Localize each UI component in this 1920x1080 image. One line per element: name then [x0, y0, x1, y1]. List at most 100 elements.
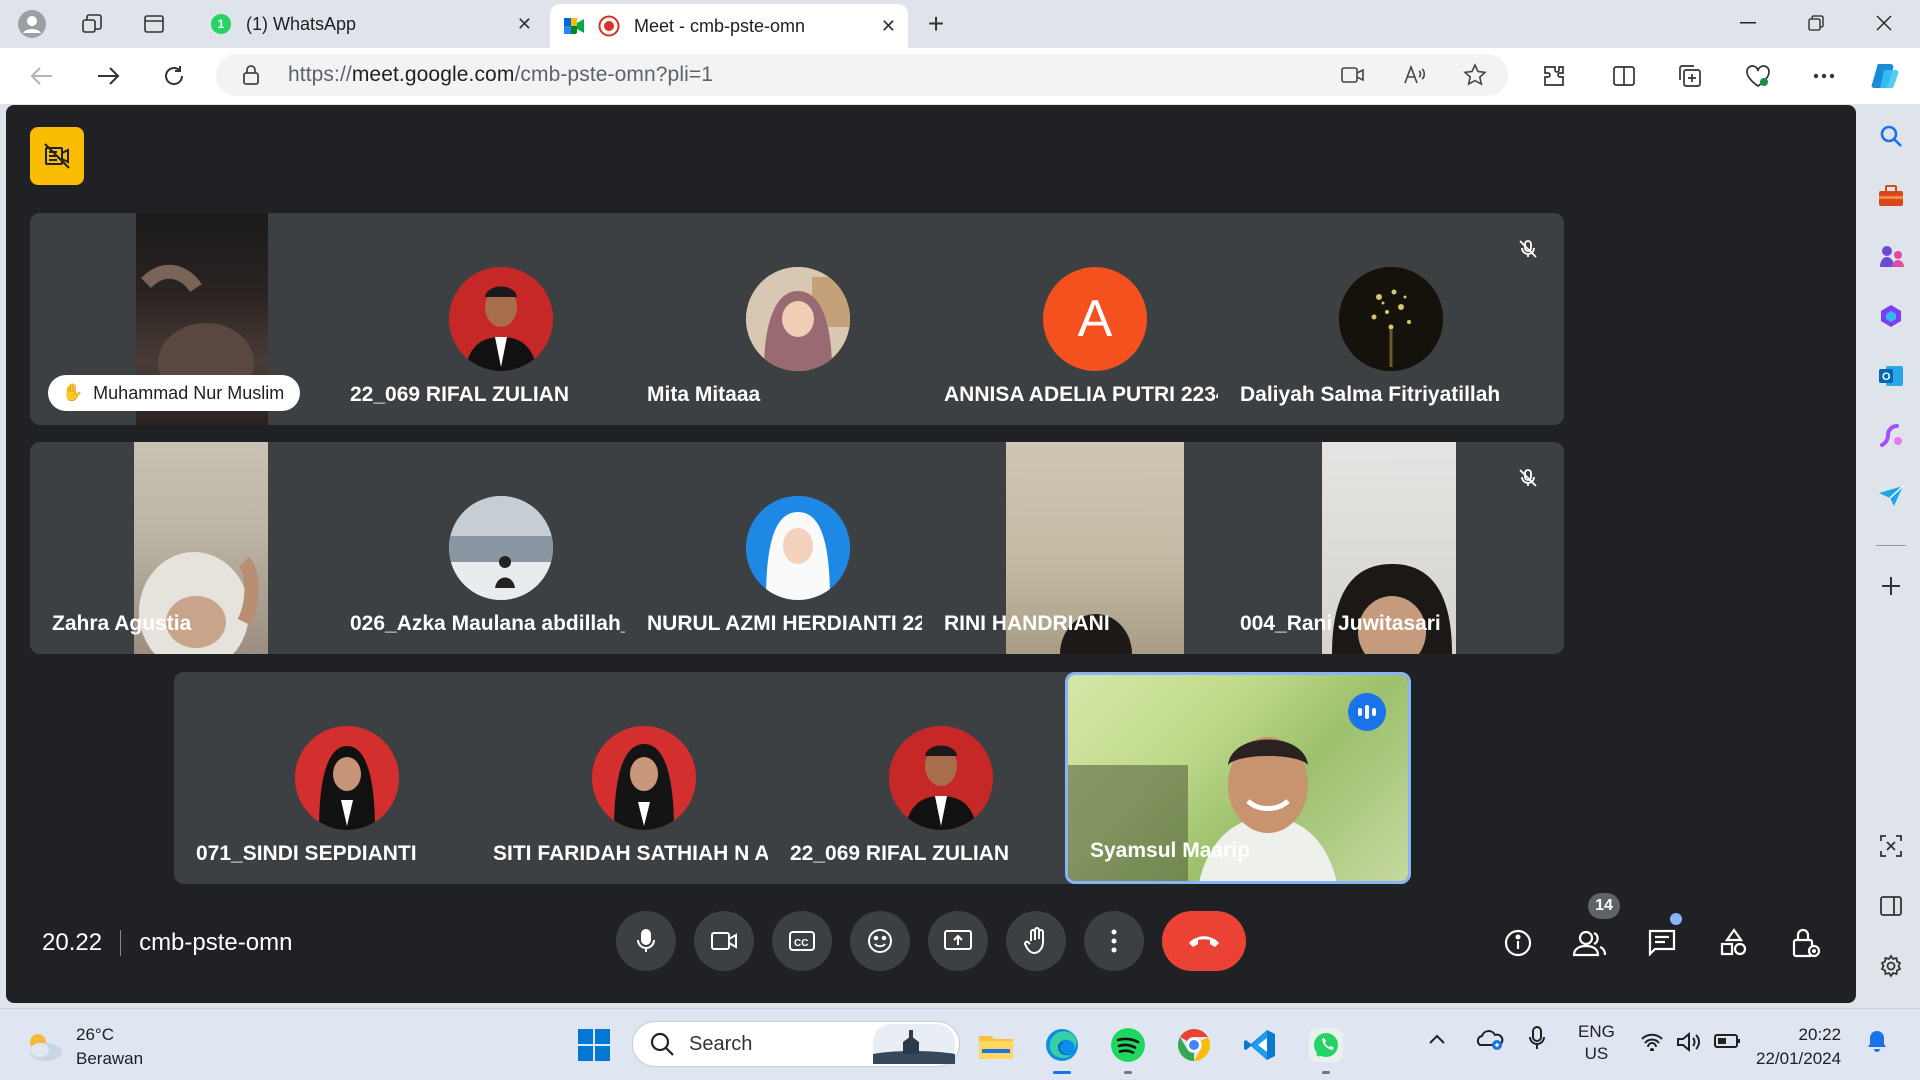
participant-tile[interactable]: A ANNISA ADELIA PUTRI 2234... [922, 213, 1268, 425]
address-bar[interactable]: https://meet.google.com/cmb-pste-omn?pli… [216, 54, 1508, 96]
search-icon[interactable] [1872, 117, 1910, 155]
extensions-icon[interactable] [1534, 56, 1574, 96]
meeting-details-icon[interactable] [1496, 921, 1540, 965]
vscode-icon[interactable] [1236, 1021, 1284, 1069]
wifi-icon[interactable] [1640, 1033, 1664, 1051]
meeting-code: cmb-pste-omn [139, 929, 293, 956]
windows-taskbar: 26°C Berawan Search ENG US 20:22 22/01/2… [0, 1008, 1920, 1080]
meet-area: ✋ Muhammad Nur Muslim 22_069 RIFAL ZULIA… [6, 105, 1856, 1003]
clock-date: 22/01/2024 [1756, 1049, 1842, 1068]
profile-icon[interactable] [8, 8, 56, 40]
workspaces-icon[interactable] [68, 8, 116, 40]
outlook-icon[interactable]: O [1872, 357, 1910, 395]
games-icon[interactable] [1872, 237, 1910, 275]
participant-name: Daliyah Salma Fitriyatillah [1240, 383, 1501, 406]
participant-tile[interactable]: 22_069 RIFAL ZULIAN [768, 672, 1114, 884]
settings-gear-icon[interactable] [1872, 947, 1910, 985]
file-explorer-icon[interactable] [972, 1021, 1020, 1069]
spotify-icon[interactable] [1104, 1021, 1152, 1074]
participant-tile[interactable]: RINI HANDRIANI [922, 442, 1268, 654]
participant-name: 004_Rani Juwitasari [1240, 612, 1441, 635]
browser-toolbar: https://meet.google.com/cmb-pste-omn?pli… [0, 48, 1920, 104]
send-icon[interactable] [1872, 477, 1910, 515]
new-tab-button[interactable]: + [918, 8, 954, 40]
volume-icon[interactable] [1676, 1031, 1702, 1053]
taskbar-search[interactable]: Search [632, 1021, 960, 1067]
participant-tile[interactable]: Mita Mitaaa [625, 213, 971, 425]
leave-call-button[interactable] [1162, 911, 1246, 971]
onedrive-icon[interactable] [1476, 1027, 1504, 1051]
close-window-button[interactable] [1850, 0, 1918, 46]
participant-tile[interactable]: 026_Azka Maulana abdillah_A [328, 442, 674, 654]
notification-bell-icon[interactable] [1866, 1029, 1888, 1053]
participant-tile[interactable]: 071_SINDI SEPDIANTI [174, 672, 520, 884]
more-options-icon[interactable] [1804, 56, 1844, 96]
whatsapp-taskbar-icon[interactable] [1302, 1021, 1350, 1074]
microphone-in-use-icon[interactable] [1528, 1025, 1546, 1051]
forward-icon[interactable] [88, 56, 128, 96]
minimize-button[interactable] [1714, 0, 1782, 46]
participant-avatar [746, 267, 850, 371]
participant-tile[interactable]: 22_069 RIFAL ZULIAN [328, 213, 674, 425]
more-options-button[interactable] [1084, 911, 1144, 971]
present-screen-button[interactable] [928, 911, 988, 971]
restore-button[interactable] [1782, 0, 1850, 46]
activities-icon[interactable] [1712, 921, 1756, 965]
participant-tile[interactable]: NURUL AZMI HERDIANTI 222... [625, 442, 971, 654]
participant-tile-active-speaker[interactable]: Syamsul Maarip [1065, 672, 1411, 884]
hide-sidebar-icon[interactable] [1872, 887, 1910, 925]
url-text[interactable]: https://meet.google.com/cmb-pste-omn?pli… [288, 63, 713, 87]
participant-tile[interactable]: SITI FARIDAH SATHIAH N A ... [471, 672, 817, 884]
sidebar-divider [1876, 545, 1906, 546]
tools-icon[interactable] [1872, 177, 1910, 215]
participant-avatar [889, 726, 993, 830]
camera-in-use-icon[interactable] [1340, 63, 1366, 87]
back-icon[interactable] [22, 56, 62, 96]
unread-chat-dot [1670, 913, 1682, 925]
tab-whatsapp[interactable]: 1 (1) WhatsApp ✕ [196, 6, 544, 42]
raised-hand-icon: ✋ [62, 383, 84, 402]
tab-meet[interactable]: Meet - cmb-pste-omn ✕ [550, 4, 908, 48]
camera-button[interactable] [694, 911, 754, 971]
close-tab-icon[interactable]: ✕ [881, 16, 896, 37]
participant-tile[interactable]: Zahra Agustia [30, 442, 376, 654]
participant-name: RINI HANDRIANI [944, 612, 1110, 635]
refresh-icon[interactable] [154, 56, 194, 96]
weather-widget[interactable]: 26°C Berawan [24, 1023, 143, 1071]
lock-icon[interactable] [242, 64, 260, 91]
split-screen-icon[interactable] [1604, 56, 1644, 96]
vertical-tabs-icon[interactable] [130, 8, 178, 40]
start-button[interactable] [570, 1021, 618, 1069]
weather-temp: 26°C [76, 1025, 114, 1044]
participant-tile[interactable]: Daliyah Salma Fitriyatillah [1218, 213, 1564, 425]
read-aloud-icon[interactable] [1402, 63, 1428, 87]
microphone-button[interactable] [616, 911, 676, 971]
participant-tile[interactable]: 004_Rani Juwitasari [1218, 442, 1564, 654]
host-controls-icon[interactable] [1784, 921, 1828, 965]
active-app-indicator [1053, 1071, 1071, 1074]
chrome-icon[interactable] [1170, 1021, 1218, 1069]
collections-icon[interactable] [1670, 56, 1710, 96]
reactions-button[interactable] [850, 911, 910, 971]
people-icon[interactable] [1568, 921, 1612, 965]
clock[interactable]: 20:22 22/01/2024 [1756, 1023, 1841, 1071]
favorite-star-icon[interactable] [1462, 63, 1488, 87]
recording-badge[interactable] [30, 127, 84, 185]
participant-name: ANNISA ADELIA PUTRI 2234... [944, 383, 1246, 406]
screenshot-icon[interactable] [1872, 827, 1910, 865]
m365-icon[interactable] [1872, 297, 1910, 335]
designer-icon[interactable] [1872, 417, 1910, 455]
copilot-icon[interactable] [1866, 56, 1906, 96]
show-hidden-icons-chevron-icon[interactable] [1428, 1033, 1446, 1045]
participant-initial-avatar: A [1043, 267, 1147, 371]
battery-icon[interactable] [1714, 1033, 1742, 1049]
raise-hand-button[interactable] [1006, 911, 1066, 971]
close-tab-icon[interactable]: ✕ [517, 14, 532, 35]
add-icon[interactable] [1872, 567, 1910, 605]
edge-taskbar-icon[interactable] [1038, 1021, 1086, 1074]
language-indicator[interactable]: ENG US [1578, 1021, 1615, 1065]
browser-essentials-icon[interactable] [1738, 56, 1778, 96]
participant-tile[interactable]: ✋ Muhammad Nur Muslim [30, 213, 376, 425]
captions-button[interactable]: CC [772, 911, 832, 971]
chat-icon[interactable] [1640, 921, 1684, 965]
